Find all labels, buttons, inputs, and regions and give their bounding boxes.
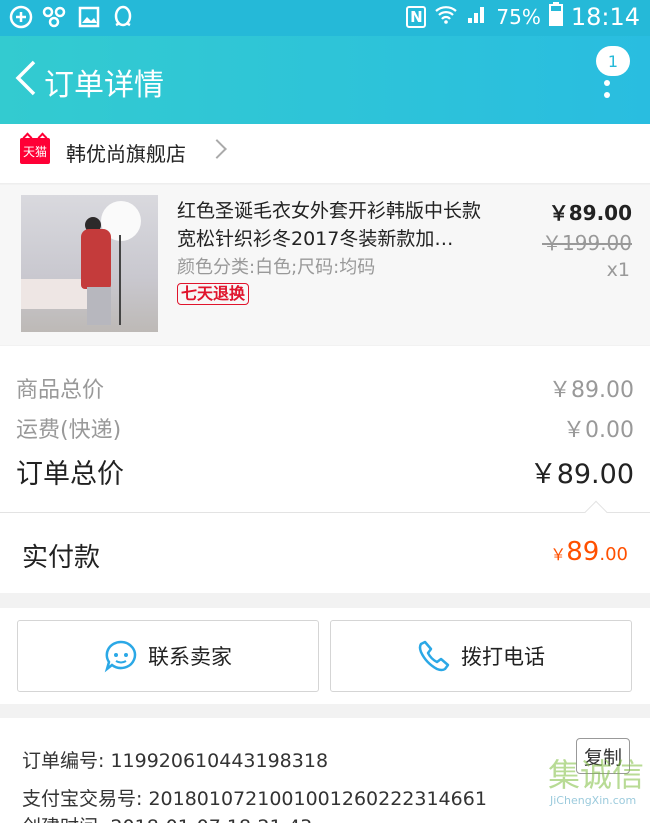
watermark-logo: 集诚信 JiChengXin.com	[548, 746, 644, 816]
shop-row[interactable]: 天猫 韩优尚旗舰店	[0, 124, 650, 184]
page-title: 订单详情	[44, 68, 164, 103]
contact-seller-label: 联系卖家	[148, 645, 232, 669]
app-header: 订单详情 1	[0, 36, 650, 124]
product-item[interactable]: 红色圣诞毛衣女外套开衫韩版中长款宽松针织衫冬2017冬装新款加… 颜色分类:白色…	[0, 185, 650, 345]
more-vertical-icon	[604, 80, 610, 104]
amount-decimal: .00	[599, 544, 628, 565]
order-number: 订单编号: 119920610443198318	[22, 750, 329, 772]
call-button[interactable]: 拨打电话	[330, 620, 632, 692]
goods-total-value: ￥89.00	[549, 378, 634, 403]
shipping-value: ￥0.00	[563, 418, 634, 443]
amount-paid-value: ￥89.00	[550, 537, 628, 567]
shipping-row: 运费(快递) ￥0.00	[16, 412, 634, 452]
watermark-url: JiChengXin.com	[550, 794, 637, 807]
clock: 18:14	[570, 3, 640, 31]
amount-paid-label: 实付款	[22, 543, 101, 573]
goods-total-label: 商品总价	[16, 378, 105, 403]
creation-time: 创建时间: 2018-01-07 18:21:43	[22, 812, 312, 823]
signal-icon	[466, 3, 488, 31]
product-original-price: ￥199.00	[542, 231, 632, 255]
battery-percent: 75%	[496, 5, 541, 29]
chevron-right-icon	[207, 139, 227, 159]
shipping-label: 运费(快递)	[16, 418, 122, 443]
product-thumbnail[interactable]	[21, 195, 158, 332]
currency-symbol: ￥	[550, 545, 567, 564]
product-spec: 颜色分类:白色;尺码:均码	[177, 257, 376, 278]
status-bar: N 75% 18:14	[0, 0, 650, 36]
notification-icons	[8, 4, 136, 30]
order-total-label: 订单总价	[16, 459, 124, 490]
nfc-icon: N	[406, 6, 427, 28]
contact-seller-button[interactable]: 联系卖家	[17, 620, 319, 692]
order-total-value: ￥89.00	[529, 459, 634, 490]
watermark-text: 集诚信	[548, 756, 645, 794]
network-icon	[42, 4, 68, 30]
qq-icon	[110, 4, 136, 30]
action-bar: 联系卖家 拨打电话	[0, 608, 650, 704]
order-total-row: 订单总价 ￥89.00	[16, 452, 634, 492]
shop-name[interactable]: 韩优尚旗舰店	[66, 138, 186, 167]
image-icon	[76, 4, 102, 30]
chat-bubble-icon	[104, 640, 137, 673]
amount-integer: 89	[566, 537, 600, 567]
return-policy-badge: 七天退换	[177, 283, 250, 305]
product-quantity: x1	[606, 259, 630, 281]
more-menu-button[interactable]: 1	[592, 46, 630, 106]
back-arrow-icon[interactable]	[12, 58, 38, 98]
wifi-icon	[434, 3, 458, 31]
price-summary: 商品总价 ￥89.00 运费(快递) ￥0.00 订单总价 ￥89.00	[0, 346, 650, 512]
add-circle-icon	[8, 4, 34, 30]
call-label: 拨打电话	[461, 645, 545, 669]
alipay-transaction-number: 支付宝交易号: 2018010721001001260222314661	[22, 788, 487, 810]
tmall-logo-icon: 天猫	[20, 138, 50, 164]
product-price: ￥89.00	[548, 201, 632, 225]
goods-total-row: 商品总价 ￥89.00	[16, 372, 634, 412]
battery-icon	[548, 2, 563, 32]
amount-paid-row: 实付款 ￥89.00	[0, 513, 650, 593]
phone-icon	[418, 640, 450, 672]
system-status: N 75% 18:14	[406, 2, 640, 32]
notification-badge: 1	[596, 46, 630, 76]
product-title[interactable]: 红色圣诞毛衣女外套开衫韩版中长款宽松针织衫冬2017冬装新款加…	[177, 197, 497, 253]
